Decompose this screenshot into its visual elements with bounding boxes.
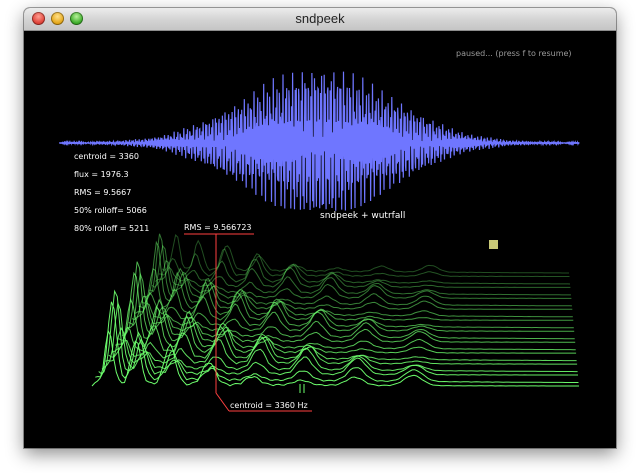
waveform xyxy=(59,71,580,211)
spectrum-row xyxy=(154,259,571,285)
rms-marker-label: RMS = 9.566723 xyxy=(184,223,252,232)
title-bar[interactable]: sndpeek xyxy=(24,8,616,31)
centroid-marker-line xyxy=(215,392,230,412)
feature-rolloff80: 80% rolloff = 5211 xyxy=(74,224,149,233)
visualization-canvas[interactable]: paused... (press f to resume) sndpeek + … xyxy=(24,31,616,448)
feature-flux: flux = 1976.3 xyxy=(74,170,129,179)
spectrum-row xyxy=(98,289,578,376)
feature-rolloff50: 50% rolloff= 5066 xyxy=(74,206,147,215)
overlay-title: sndpeek + wutrfall xyxy=(320,211,405,221)
indicator-square xyxy=(489,240,498,249)
spectrum-waterfall xyxy=(91,233,579,387)
app-window: sndpeek paused... (press f to resume) sn… xyxy=(24,8,616,448)
feature-rms: RMS = 9.5667 xyxy=(74,188,131,197)
spectrum-row xyxy=(161,234,569,274)
paused-status: paused... (press f to resume) xyxy=(456,49,572,58)
feature-centroid: centroid = 3360 xyxy=(74,152,139,161)
spectrum-row xyxy=(144,233,572,299)
rms-marker: RMS = 9.566723 xyxy=(184,223,254,393)
centroid-marker-label: centroid = 3360 Hz xyxy=(230,401,308,410)
visualization-svg: paused... (press f to resume) sndpeek + … xyxy=(59,49,580,412)
window-title: sndpeek xyxy=(295,11,345,26)
centroid-marker: centroid = 3360 Hz xyxy=(215,384,312,412)
